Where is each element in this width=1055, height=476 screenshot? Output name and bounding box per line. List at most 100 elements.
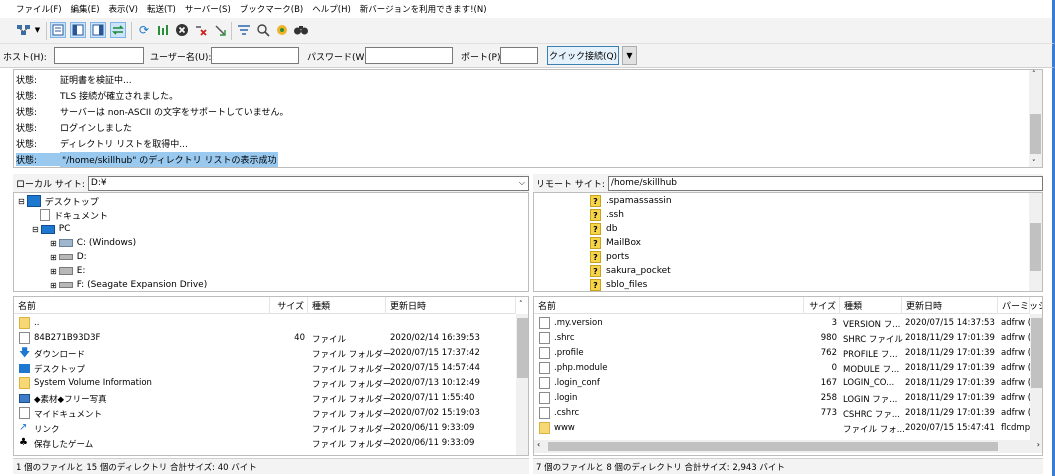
column-name[interactable]: 名前	[534, 297, 804, 314]
remote-tree-node[interactable]: ? .spamassassin	[590, 194, 672, 208]
menu-server[interactable]: サーバー(S)	[185, 3, 231, 15]
reconnect-icon[interactable]	[212, 22, 228, 38]
tree-node-drive-c[interactable]: ⊞ C: (Windows)	[50, 236, 136, 250]
log-row: 状態: TLS 接続が確立されました。	[16, 92, 179, 102]
host-input[interactable]	[54, 47, 144, 64]
toggle-log-icon[interactable]	[50, 22, 66, 38]
compare-icon[interactable]	[255, 22, 271, 38]
file-icon	[539, 377, 550, 389]
chevron-down-icon[interactable]: ⌵	[519, 178, 525, 188]
column-modified[interactable]: 更新日時	[902, 297, 998, 314]
username-input[interactable]	[211, 47, 299, 64]
port-label: ポート(P):	[461, 53, 504, 63]
list-item[interactable]: ♣ 保存したゲーム ファイル フォルダー 2020/06/11 9:33:09	[14, 436, 516, 451]
menu-new-version[interactable]: 新バージョンを利用できます!(N)	[360, 3, 487, 15]
file-icon	[539, 332, 550, 344]
document-icon	[40, 209, 50, 221]
local-file-list[interactable]: 名前 サイズ 種類 更新日時 .. 84B271B93D3F 40 ファイル 2…	[13, 296, 529, 456]
refresh-icon[interactable]: ⟳	[136, 22, 152, 38]
remote-site-path-input[interactable]: /home/skillhub	[607, 175, 1043, 191]
list-item[interactable]: www ファイル フォ... 2020/07/15 15:47:41 flcdm…	[534, 421, 1030, 436]
sync-browse-icon[interactable]	[274, 22, 290, 38]
tree-node-pc[interactable]: ⊟ PC	[32, 222, 70, 236]
local-list-scrollbar[interactable]: ˄	[516, 300, 528, 455]
remote-site-label: リモート サイト:	[536, 179, 605, 190]
list-item[interactable]: .login_conf 167 LOGIN_CO... 2018/11/29 1…	[534, 376, 1031, 391]
remote-tree-node[interactable]: ? db	[590, 222, 617, 236]
site-manager-dropdown-icon[interactable]: ▼	[33, 22, 42, 38]
disconnect-icon[interactable]	[193, 22, 209, 38]
remote-tree-scrollbar[interactable]	[1029, 193, 1042, 291]
log-scrollbar[interactable]: ˄ ˅	[1029, 70, 1042, 167]
quickconnect-bar: ホスト(H): ユーザー名(U): パスワード(W): ポート(P): クイック…	[0, 44, 1055, 68]
tree-node-drive-d[interactable]: ⊞ D:	[50, 250, 87, 264]
remote-tree-node[interactable]: ? sakura_pocket	[590, 264, 671, 278]
menu-help[interactable]: ヘルプ(H)	[312, 3, 351, 15]
column-size[interactable]: サイズ	[804, 297, 840, 314]
column-permissions[interactable]: パーミッシ	[998, 297, 1042, 314]
toggle-remote-tree-icon[interactable]	[90, 22, 106, 38]
log-row: 状態: ログインしました	[16, 124, 133, 134]
remote-list-scrollbar-thumb[interactable]	[1031, 318, 1042, 388]
list-item[interactable]: .cshrc 773 CSHRC ファ... 2018/11/29 17:01:…	[534, 406, 1031, 421]
list-item[interactable]: マイドキュメント ファイル フォルダー 2020/07/02 15:19:03	[14, 406, 516, 421]
menu-edit[interactable]: 編集(E)	[71, 3, 100, 15]
remote-directory-tree[interactable]: ? .spamassassin ? .ssh ? db ? MailBox ? ports…	[533, 192, 1043, 292]
tree-node-documents[interactable]: ドキュメント	[40, 208, 108, 222]
toggle-local-tree-icon[interactable]	[70, 22, 86, 38]
list-item[interactable]: 🡇 ダウンロード ファイル フォルダー 2020/07/15 17:37:42	[14, 346, 516, 361]
process-queue-icon[interactable]	[155, 22, 171, 38]
remote-tree-node[interactable]: ? sblo_files	[590, 278, 647, 291]
remote-file-list[interactable]: 名前 サイズ 種類 更新日時 パーミッシ .my.version 3 VERSI…	[533, 296, 1043, 456]
drive-icon	[58, 267, 73, 275]
password-input[interactable]	[365, 47, 453, 64]
tree-node-desktop[interactable]: ⊟ デスクトップ	[18, 194, 99, 208]
list-item[interactable]: ..	[14, 316, 516, 331]
local-directory-tree[interactable]: ⊟ デスクトップ ドキュメント ⊟ PC ⊞ C: (Windows) ⊞ D:…	[13, 192, 529, 292]
log-scrollbar-thumb[interactable]	[1030, 114, 1041, 154]
column-type[interactable]: 種類	[308, 297, 386, 314]
column-size[interactable]: サイズ	[270, 297, 308, 314]
list-item[interactable]: .php.module 0 MODULE フ... 2018/11/29 17:…	[534, 361, 1031, 376]
menu-bookmarks[interactable]: ブックマーク(B)	[240, 3, 303, 15]
list-item[interactable]: .login 258 LOGIN ファ... 2018/11/29 17:01:…	[534, 391, 1031, 406]
column-modified[interactable]: 更新日時	[386, 297, 516, 314]
list-item[interactable]: 84B271B93D3F 40 ファイル 2020/02/14 16:39:53	[14, 331, 516, 346]
list-item[interactable]: ↗ リンク ファイル フォルダー 2020/06/11 9:33:09	[14, 421, 516, 436]
menu-transfer[interactable]: 転送(T)	[147, 3, 176, 15]
filter-icon[interactable]	[236, 22, 252, 38]
toggle-queue-icon[interactable]	[110, 22, 126, 38]
remote-tree-node[interactable]: ? .ssh	[590, 208, 624, 222]
quickconnect-dropdown[interactable]: ▼	[622, 46, 637, 65]
remote-list-scrollbar[interactable]	[1030, 314, 1042, 440]
remote-tree-node[interactable]: ? MailBox	[590, 236, 641, 250]
local-site-bar: ローカル サイト: D:¥ ⌵	[13, 174, 529, 192]
host-label: ホスト(H):	[3, 53, 47, 63]
menu-file[interactable]: ファイル(F)	[16, 3, 62, 15]
tree-node-drive-e[interactable]: ⊞ E:	[50, 264, 85, 278]
search-icon[interactable]	[293, 22, 309, 38]
remote-tree-scrollbar-thumb[interactable]	[1030, 223, 1041, 271]
port-input[interactable]	[500, 47, 538, 64]
list-item[interactable]: System Volume Information ファイル フォルダー 202…	[14, 376, 516, 391]
local-list-scrollbar-thumb[interactable]	[517, 318, 528, 378]
menu-view[interactable]: 表示(V)	[109, 3, 138, 15]
tree-node-drive-f[interactable]: ⊞ F: (Seagate Expansion Drive)	[50, 278, 207, 291]
remote-tree-node[interactable]: ? ports	[590, 250, 629, 264]
message-log[interactable]: 状態: 証明書を検証中... 状態: TLS 接続が確立されました。 状態: サーバー…	[13, 69, 1043, 168]
list-item[interactable]: .shrc 980 SHRC ファイル 2018/11/29 17:01:39 …	[534, 331, 1031, 346]
column-name[interactable]: 名前	[14, 297, 270, 314]
site-manager-icon[interactable]	[16, 22, 32, 38]
list-item[interactable]: .profile 762 PROFILE フ... 2018/11/29 17:…	[534, 346, 1031, 361]
remote-list-horizontal-scrollbar[interactable]: ‹ ›	[534, 440, 1042, 453]
column-type[interactable]: 種類	[840, 297, 902, 314]
log-row: 状態: 証明書を検証中...	[16, 76, 132, 86]
list-item[interactable]: .my.version 3 VERSION フ... 2020/07/15 14…	[534, 316, 1031, 331]
list-item[interactable]: デスクトップ ファイル フォルダー 2020/07/15 14:57:44	[14, 361, 516, 376]
quickconnect-button[interactable]: クイック接続(Q)	[547, 46, 619, 65]
local-site-path-input[interactable]: D:¥ ⌵	[87, 175, 529, 191]
document-icon	[19, 407, 30, 419]
remote-list-horizontal-thumb[interactable]	[548, 442, 998, 451]
list-item[interactable]: ◆素材◆フリー写真 ファイル フォルダー 2020/07/11 1:55:40	[14, 391, 516, 406]
cancel-icon[interactable]	[174, 22, 190, 38]
